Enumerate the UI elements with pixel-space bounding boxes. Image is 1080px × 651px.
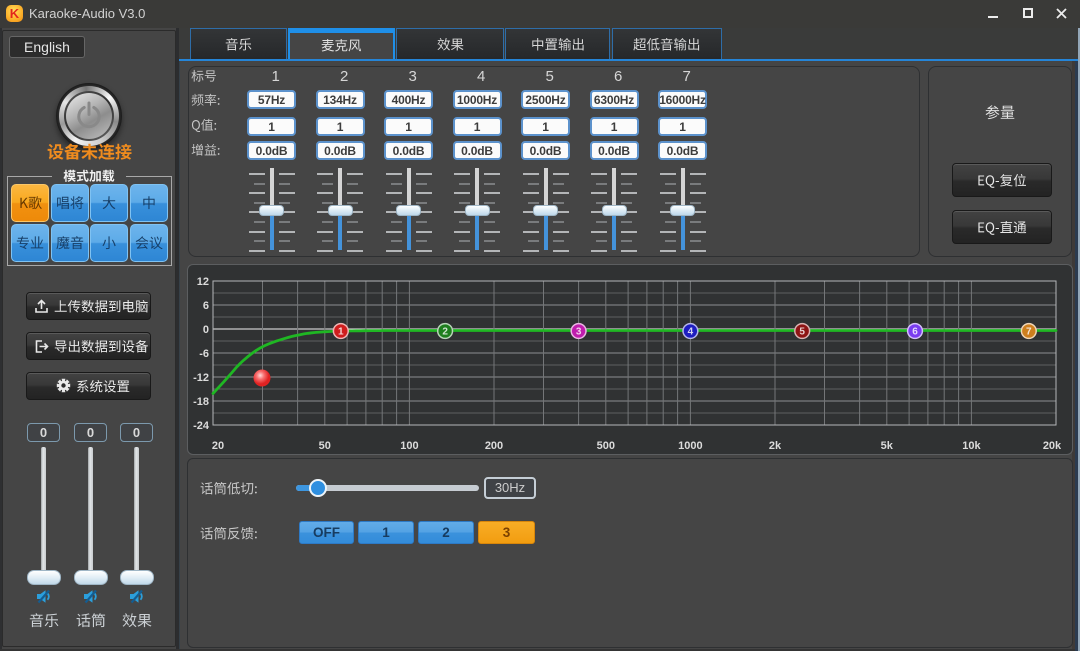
svg-text:6: 6 (203, 300, 209, 312)
svg-text:200: 200 (485, 440, 503, 452)
svg-text:5: 5 (799, 327, 805, 338)
svg-text:10k: 10k (962, 440, 981, 452)
svg-text:1000: 1000 (678, 440, 702, 452)
svg-text:-12: -12 (193, 372, 209, 384)
svg-text:2k: 2k (769, 440, 782, 452)
svg-text:-18: -18 (193, 396, 209, 408)
svg-text:2: 2 (442, 327, 448, 338)
svg-text:12: 12 (197, 276, 209, 288)
svg-text:-6: -6 (199, 348, 209, 360)
svg-text:20k: 20k (1043, 440, 1062, 452)
svg-text:3: 3 (576, 327, 582, 338)
svg-text:5k: 5k (881, 440, 894, 452)
svg-text:100: 100 (400, 440, 418, 452)
svg-text:0: 0 (203, 324, 209, 336)
svg-text:500: 500 (597, 440, 615, 452)
svg-text:6: 6 (912, 327, 918, 338)
svg-text:1: 1 (338, 327, 344, 338)
svg-text:4: 4 (688, 327, 694, 338)
svg-text:20: 20 (212, 440, 224, 452)
svg-text:-24: -24 (193, 420, 210, 432)
svg-text:7: 7 (1026, 327, 1032, 338)
svg-text:50: 50 (319, 440, 331, 452)
